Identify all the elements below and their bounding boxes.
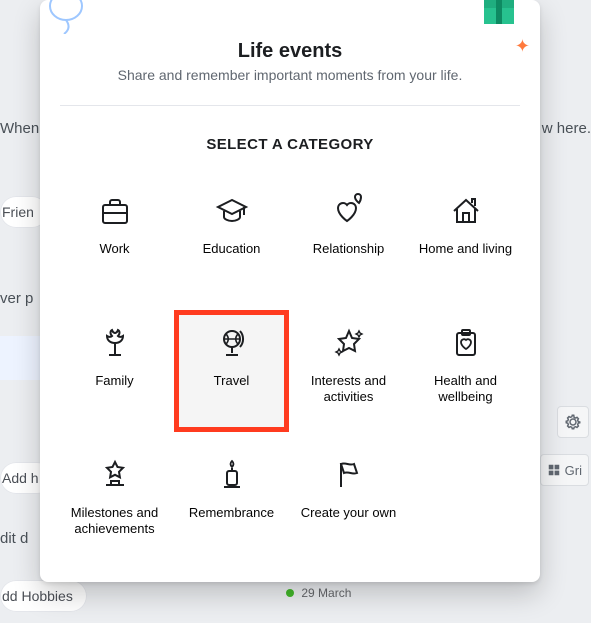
category-travel[interactable]: Travel <box>177 313 286 429</box>
balloon-decor-icon <box>48 0 118 34</box>
globe-stand-icon <box>212 323 252 363</box>
category-label: Create your own <box>301 505 396 537</box>
modal-title: Life events <box>40 40 540 63</box>
candle-icon <box>212 455 252 495</box>
bg-hobbies: dd Hobbies <box>0 580 87 612</box>
gift-decor-icon <box>478 0 522 28</box>
category-label: Interests and activities <box>298 373 399 406</box>
modal-hero: ✦ <box>40 0 540 24</box>
category-education[interactable]: Education <box>177 181 286 297</box>
flag-icon <box>329 455 369 495</box>
category-remembrance[interactable]: Remembrance <box>177 445 286 561</box>
category-label: Family <box>95 373 133 405</box>
hearts-icon <box>329 191 369 231</box>
settings-button[interactable] <box>557 406 589 438</box>
clipboard-heart-icon <box>446 323 486 363</box>
life-events-modal: ✦ Life events Share and remember importa… <box>40 0 540 582</box>
category-label: Relationship <box>313 241 385 273</box>
category-work[interactable]: Work <box>60 181 169 297</box>
category-health[interactable]: Health and wellbeing <box>411 313 520 429</box>
divider <box>60 105 520 106</box>
gear-icon <box>564 413 582 431</box>
category-label: Education <box>203 241 261 273</box>
category-label: Milestones and achievements <box>64 505 165 538</box>
category-grid: Work Education Relationship Home and living… <box>40 153 540 581</box>
sparkle-icon: ✦ <box>515 36 530 57</box>
sparkle-star-icon <box>329 323 369 363</box>
category-label: Travel <box>214 373 250 405</box>
star-podium-icon <box>95 455 135 495</box>
category-relationship[interactable]: Relationship <box>294 181 403 297</box>
bg-text: dit d <box>0 530 28 547</box>
category-label: Work <box>99 241 129 273</box>
grid-icon <box>547 463 561 477</box>
family-tree-icon <box>95 323 135 363</box>
category-family[interactable]: Family <box>60 313 169 429</box>
category-label: Remembrance <box>189 505 274 537</box>
category-milestones[interactable]: Milestones and achievements <box>60 445 169 561</box>
bg-bluebar <box>0 336 40 380</box>
briefcase-icon <box>95 191 135 231</box>
category-interests[interactable]: Interests and activities <box>294 313 403 429</box>
bg-date: 29 March <box>286 586 351 600</box>
category-label: Health and wellbeing <box>415 373 516 406</box>
modal-subtitle: Share and remember important moments fro… <box>40 67 540 83</box>
grad-cap-icon <box>212 191 252 231</box>
category-label: Home and living <box>419 241 512 273</box>
bg-text: ver p <box>0 290 33 307</box>
grid-label: Gri <box>565 463 582 478</box>
category-home[interactable]: Home and living <box>411 181 520 297</box>
house-icon <box>446 191 486 231</box>
select-category-heading: SELECT A CATEGORY <box>40 136 540 153</box>
category-create[interactable]: Create your own <box>294 445 403 561</box>
bg-text: w here. <box>542 120 591 137</box>
grid-view-button[interactable]: Gri <box>540 454 589 486</box>
